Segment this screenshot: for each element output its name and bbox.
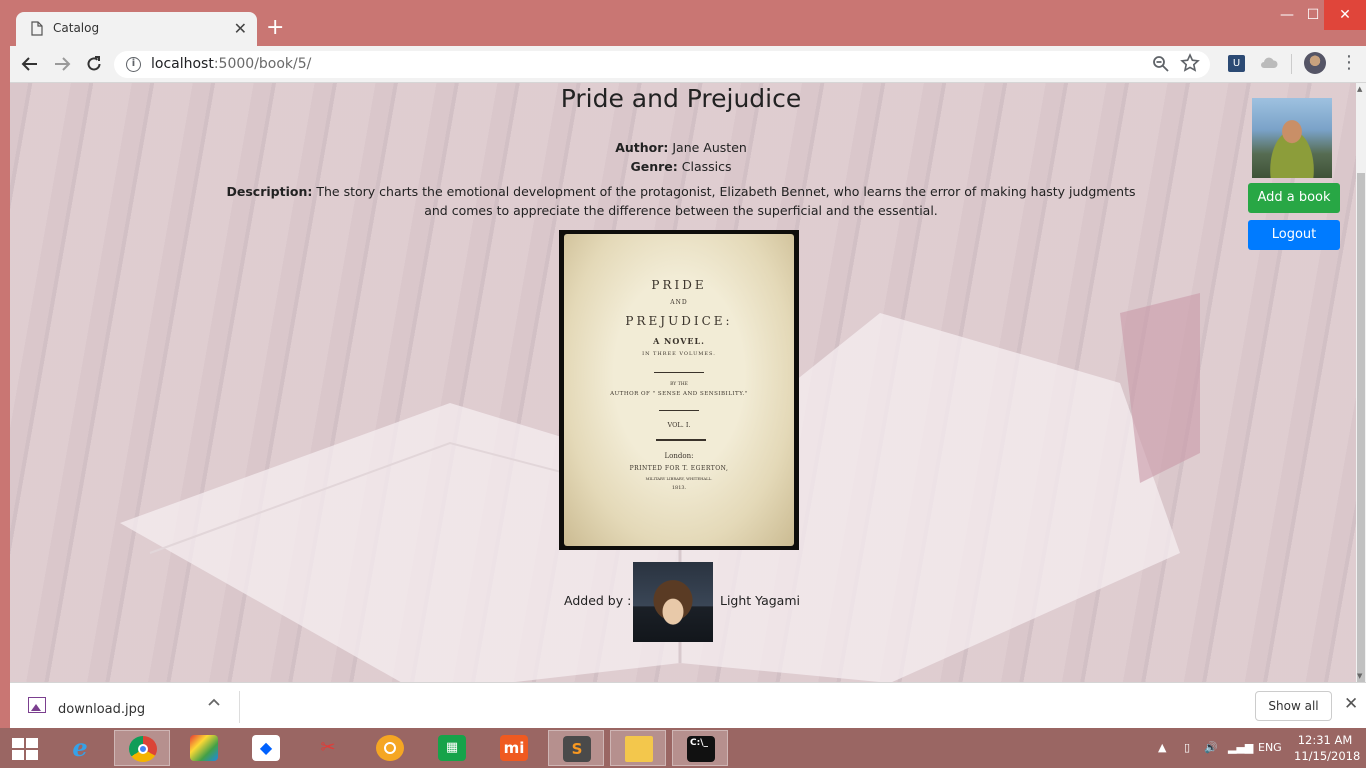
- author-value: Jane Austen: [672, 140, 747, 155]
- language-indicator[interactable]: ENG: [1258, 741, 1282, 754]
- download-separator: [239, 691, 240, 723]
- store-icon[interactable]: ▦: [424, 730, 480, 766]
- scroll-down-icon[interactable]: ▼: [1357, 672, 1362, 680]
- book-title: Pride and Prejudice: [560, 84, 802, 113]
- scroll-thumb[interactable]: [1357, 173, 1365, 703]
- cover-line: PRINTED FOR T. EGERTON,: [629, 465, 729, 472]
- genre-value: Classics: [681, 159, 732, 174]
- author-label: Author:: [615, 140, 669, 155]
- toolbar-separator: [1291, 54, 1292, 74]
- added-by-name: Light Yagami: [720, 593, 800, 608]
- snipping-tool-icon[interactable]: ✂: [300, 730, 356, 766]
- book-description: Description: The story charts the emotio…: [226, 182, 1136, 220]
- cover-line: IN THREE VOLUMES.: [642, 351, 716, 357]
- tab-title: Catalog: [53, 21, 100, 35]
- cover-line: A NOVEL.: [653, 336, 705, 346]
- bookmark-star-icon[interactable]: [1180, 53, 1200, 73]
- tab-close-icon[interactable]: ✕: [234, 19, 247, 38]
- browser-toolbar: i localhost:5000/book/5/ U ⋮: [10, 46, 1366, 83]
- paint-app-icon[interactable]: [176, 730, 232, 766]
- cover-line: AUTHOR OF " SENSE AND SENSIBILITY.": [610, 391, 748, 397]
- book-author: Author: Jane Austen: [10, 140, 1352, 155]
- circle-app-icon[interactable]: [362, 730, 418, 766]
- internet-explorer-icon[interactable]: e: [52, 730, 108, 766]
- file-explorer-icon[interactable]: [610, 730, 666, 766]
- sublime-text-icon[interactable]: S: [548, 730, 604, 766]
- arrow-right-icon: [55, 57, 71, 71]
- browser-titlebar: Catalog ✕ + — ☐ ✕: [0, 0, 1366, 46]
- dropbox-icon[interactable]: ◆: [238, 730, 294, 766]
- cover-line: MILITARY LIBRARY, WHITEHALL.: [645, 476, 713, 481]
- system-clock[interactable]: 12:31 AM 11/15/2018: [1294, 732, 1361, 764]
- mi-app-icon[interactable]: mi: [486, 730, 542, 766]
- forward-button[interactable]: [50, 52, 74, 76]
- reload-icon: [87, 56, 101, 71]
- page-icon: [31, 21, 43, 36]
- download-file-name[interactable]: download.jpg: [58, 702, 145, 717]
- scroll-up-icon[interactable]: ▲: [1357, 85, 1362, 93]
- cover-page: PRIDE AND PREJUDICE: A NOVEL. IN THREE V…: [564, 234, 794, 546]
- url-text[interactable]: localhost:5000/book/5/: [151, 56, 311, 72]
- download-bar: download.jpg Show all ✕: [10, 682, 1366, 728]
- page-viewport: Pride and Prejudice Author: Jane Austen …: [10, 83, 1356, 682]
- add-book-button[interactable]: Add a book: [1248, 183, 1340, 213]
- cloud-extension-icon[interactable]: [1260, 55, 1278, 69]
- windows-start-icon[interactable]: [12, 738, 38, 760]
- info-icon[interactable]: i: [126, 57, 141, 72]
- description-value: The story charts the emotional developme…: [316, 184, 1136, 218]
- show-all-button[interactable]: Show all: [1255, 691, 1332, 721]
- arrow-left-icon: [21, 57, 37, 71]
- image-file-icon[interactable]: [28, 697, 46, 713]
- added-by-avatar: [633, 562, 713, 642]
- book-cover-image: PRIDE AND PREJUDICE: A NOVEL. IN THREE V…: [559, 230, 799, 550]
- cover-line: PREJUDICE:: [625, 314, 733, 328]
- chrome-icon[interactable]: [114, 730, 170, 766]
- reload-button[interactable]: [82, 52, 106, 76]
- browser-tab[interactable]: Catalog ✕: [16, 12, 257, 46]
- cover-rule: [656, 439, 706, 441]
- description-label: Description:: [226, 184, 313, 199]
- added-by-label: Added by :: [564, 593, 632, 608]
- book-genre: Genre: Classics: [10, 159, 1352, 174]
- cover-line: PRIDE: [651, 278, 707, 292]
- user-avatar: [1252, 98, 1332, 178]
- cover-line: VOL. I.: [667, 421, 691, 429]
- command-prompt-icon[interactable]: C:\_: [672, 730, 728, 766]
- cover-line: BY THE: [670, 382, 688, 387]
- extension-icon[interactable]: U: [1228, 55, 1245, 72]
- address-bar[interactable]: i localhost:5000/book/5/: [114, 51, 1210, 78]
- logout-button[interactable]: Logout: [1248, 220, 1340, 250]
- back-button[interactable]: [18, 52, 42, 76]
- volume-icon[interactable]: 🔊: [1204, 741, 1218, 754]
- cover-rule: [659, 410, 699, 411]
- clock-date: 11/15/2018: [1294, 749, 1361, 763]
- new-tab-button[interactable]: +: [266, 14, 284, 42]
- network-signal-icon[interactable]: ▂▄▆: [1228, 741, 1253, 754]
- profile-avatar[interactable]: [1304, 52, 1326, 74]
- cover-line: AND: [670, 299, 688, 306]
- close-window-button[interactable]: ✕: [1324, 0, 1366, 30]
- genre-label: Genre:: [630, 159, 678, 174]
- taskbar: e ◆ ✂ ▦ mi S C:\_ ▲ ▯ 🔊 ▂▄▆ ENG 12:31 AM…: [0, 728, 1366, 768]
- cover-rule: [654, 372, 704, 373]
- close-icon[interactable]: ✕: [1344, 694, 1358, 714]
- zoom-icon[interactable]: [1152, 55, 1170, 73]
- cover-line: London:: [664, 452, 694, 460]
- page-scrollbar[interactable]: ▲ ▼: [1356, 83, 1366, 703]
- menu-dots-icon[interactable]: ⋮: [1340, 52, 1358, 73]
- chevron-up-icon[interactable]: [208, 697, 220, 707]
- clock-time: 12:31 AM: [1297, 733, 1353, 747]
- tray-chevron-icon[interactable]: ▲: [1158, 741, 1166, 754]
- battery-icon[interactable]: ▯: [1184, 741, 1190, 754]
- cover-line: 1813.: [671, 485, 687, 491]
